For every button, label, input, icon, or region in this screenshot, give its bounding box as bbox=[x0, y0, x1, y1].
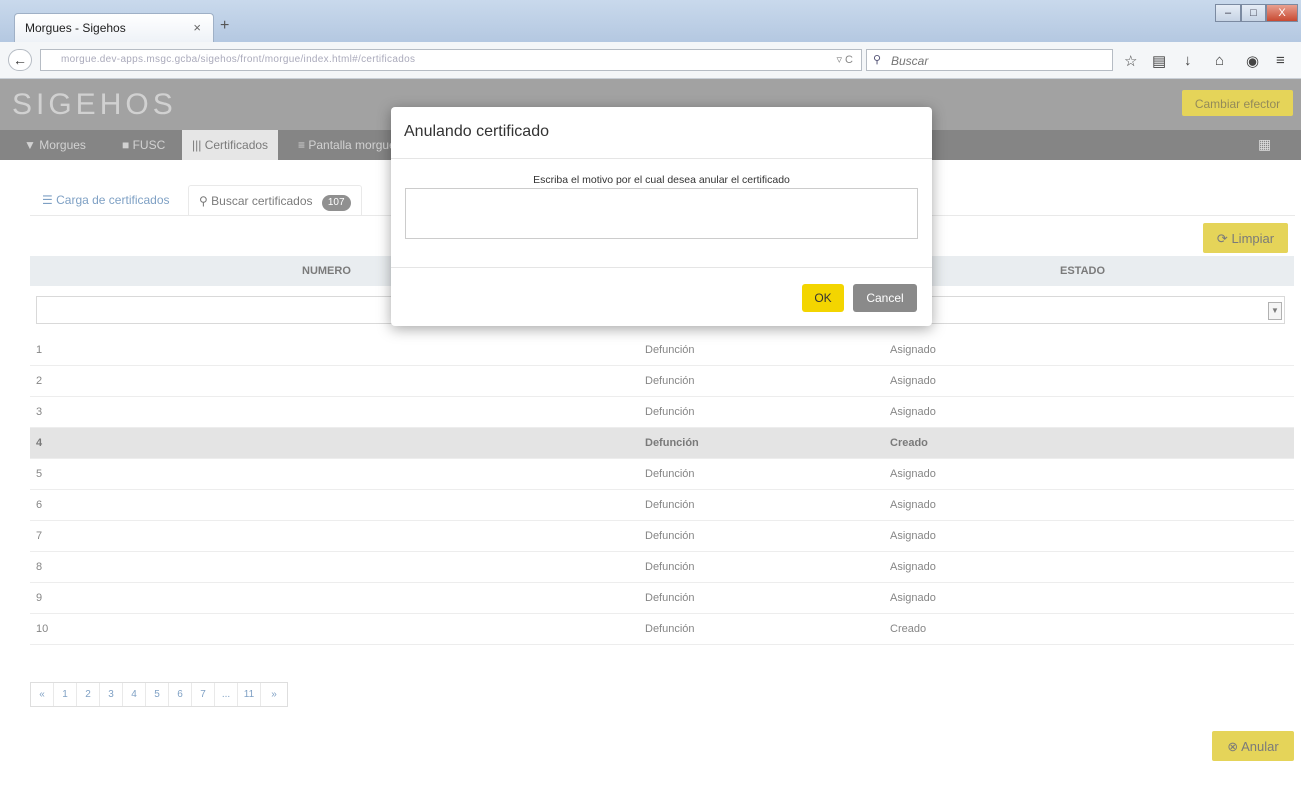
bookmark-star-icon[interactable]: ☆ bbox=[1124, 52, 1137, 70]
browser-tab-title: Morgues - Sigehos bbox=[25, 21, 126, 35]
url-bar[interactable]: morgue.dev-apps.msgc.gcba/sigehos/front/… bbox=[40, 49, 862, 71]
browser-tab[interactable]: Morgues - Sigehos × bbox=[14, 13, 214, 42]
ok-button[interactable]: OK bbox=[802, 284, 844, 312]
url-text: morgue.dev-apps.msgc.gcba/sigehos/front/… bbox=[61, 54, 416, 65]
dialog-divider bbox=[391, 267, 932, 268]
cancel-button[interactable]: Cancel bbox=[853, 284, 917, 312]
anular-dialog: Anulando certificado Escriba el motivo p… bbox=[391, 107, 932, 326]
reload-icon[interactable]: ▿ C bbox=[836, 53, 853, 66]
window-close-button[interactable]: X bbox=[1266, 4, 1298, 22]
maximize-button[interactable]: □ bbox=[1241, 4, 1266, 22]
chat-icon[interactable]: ◉ bbox=[1246, 52, 1259, 70]
browser-search-box[interactable]: ⚲ bbox=[866, 49, 1113, 71]
menu-icon[interactable]: ≡ bbox=[1276, 52, 1285, 69]
reading-list-icon[interactable]: ▤ bbox=[1152, 52, 1166, 70]
tab-close-icon[interactable]: × bbox=[193, 20, 201, 35]
new-tab-button[interactable]: + bbox=[220, 17, 229, 35]
motivo-textarea[interactable] bbox=[405, 188, 918, 239]
browser-search-input[interactable] bbox=[889, 53, 1103, 69]
back-arrow-icon[interactable]: ← bbox=[8, 49, 32, 71]
dialog-title: Anulando certificado bbox=[404, 123, 549, 140]
dialog-divider bbox=[391, 158, 932, 159]
search-icon: ⚲ bbox=[873, 54, 882, 66]
minimize-button[interactable]: – bbox=[1215, 4, 1241, 22]
dialog-prompt: Escriba el motivo por el cual desea anul… bbox=[533, 174, 790, 186]
home-icon[interactable]: ⌂ bbox=[1215, 52, 1224, 69]
download-icon[interactable]: ↓ bbox=[1184, 52, 1192, 69]
